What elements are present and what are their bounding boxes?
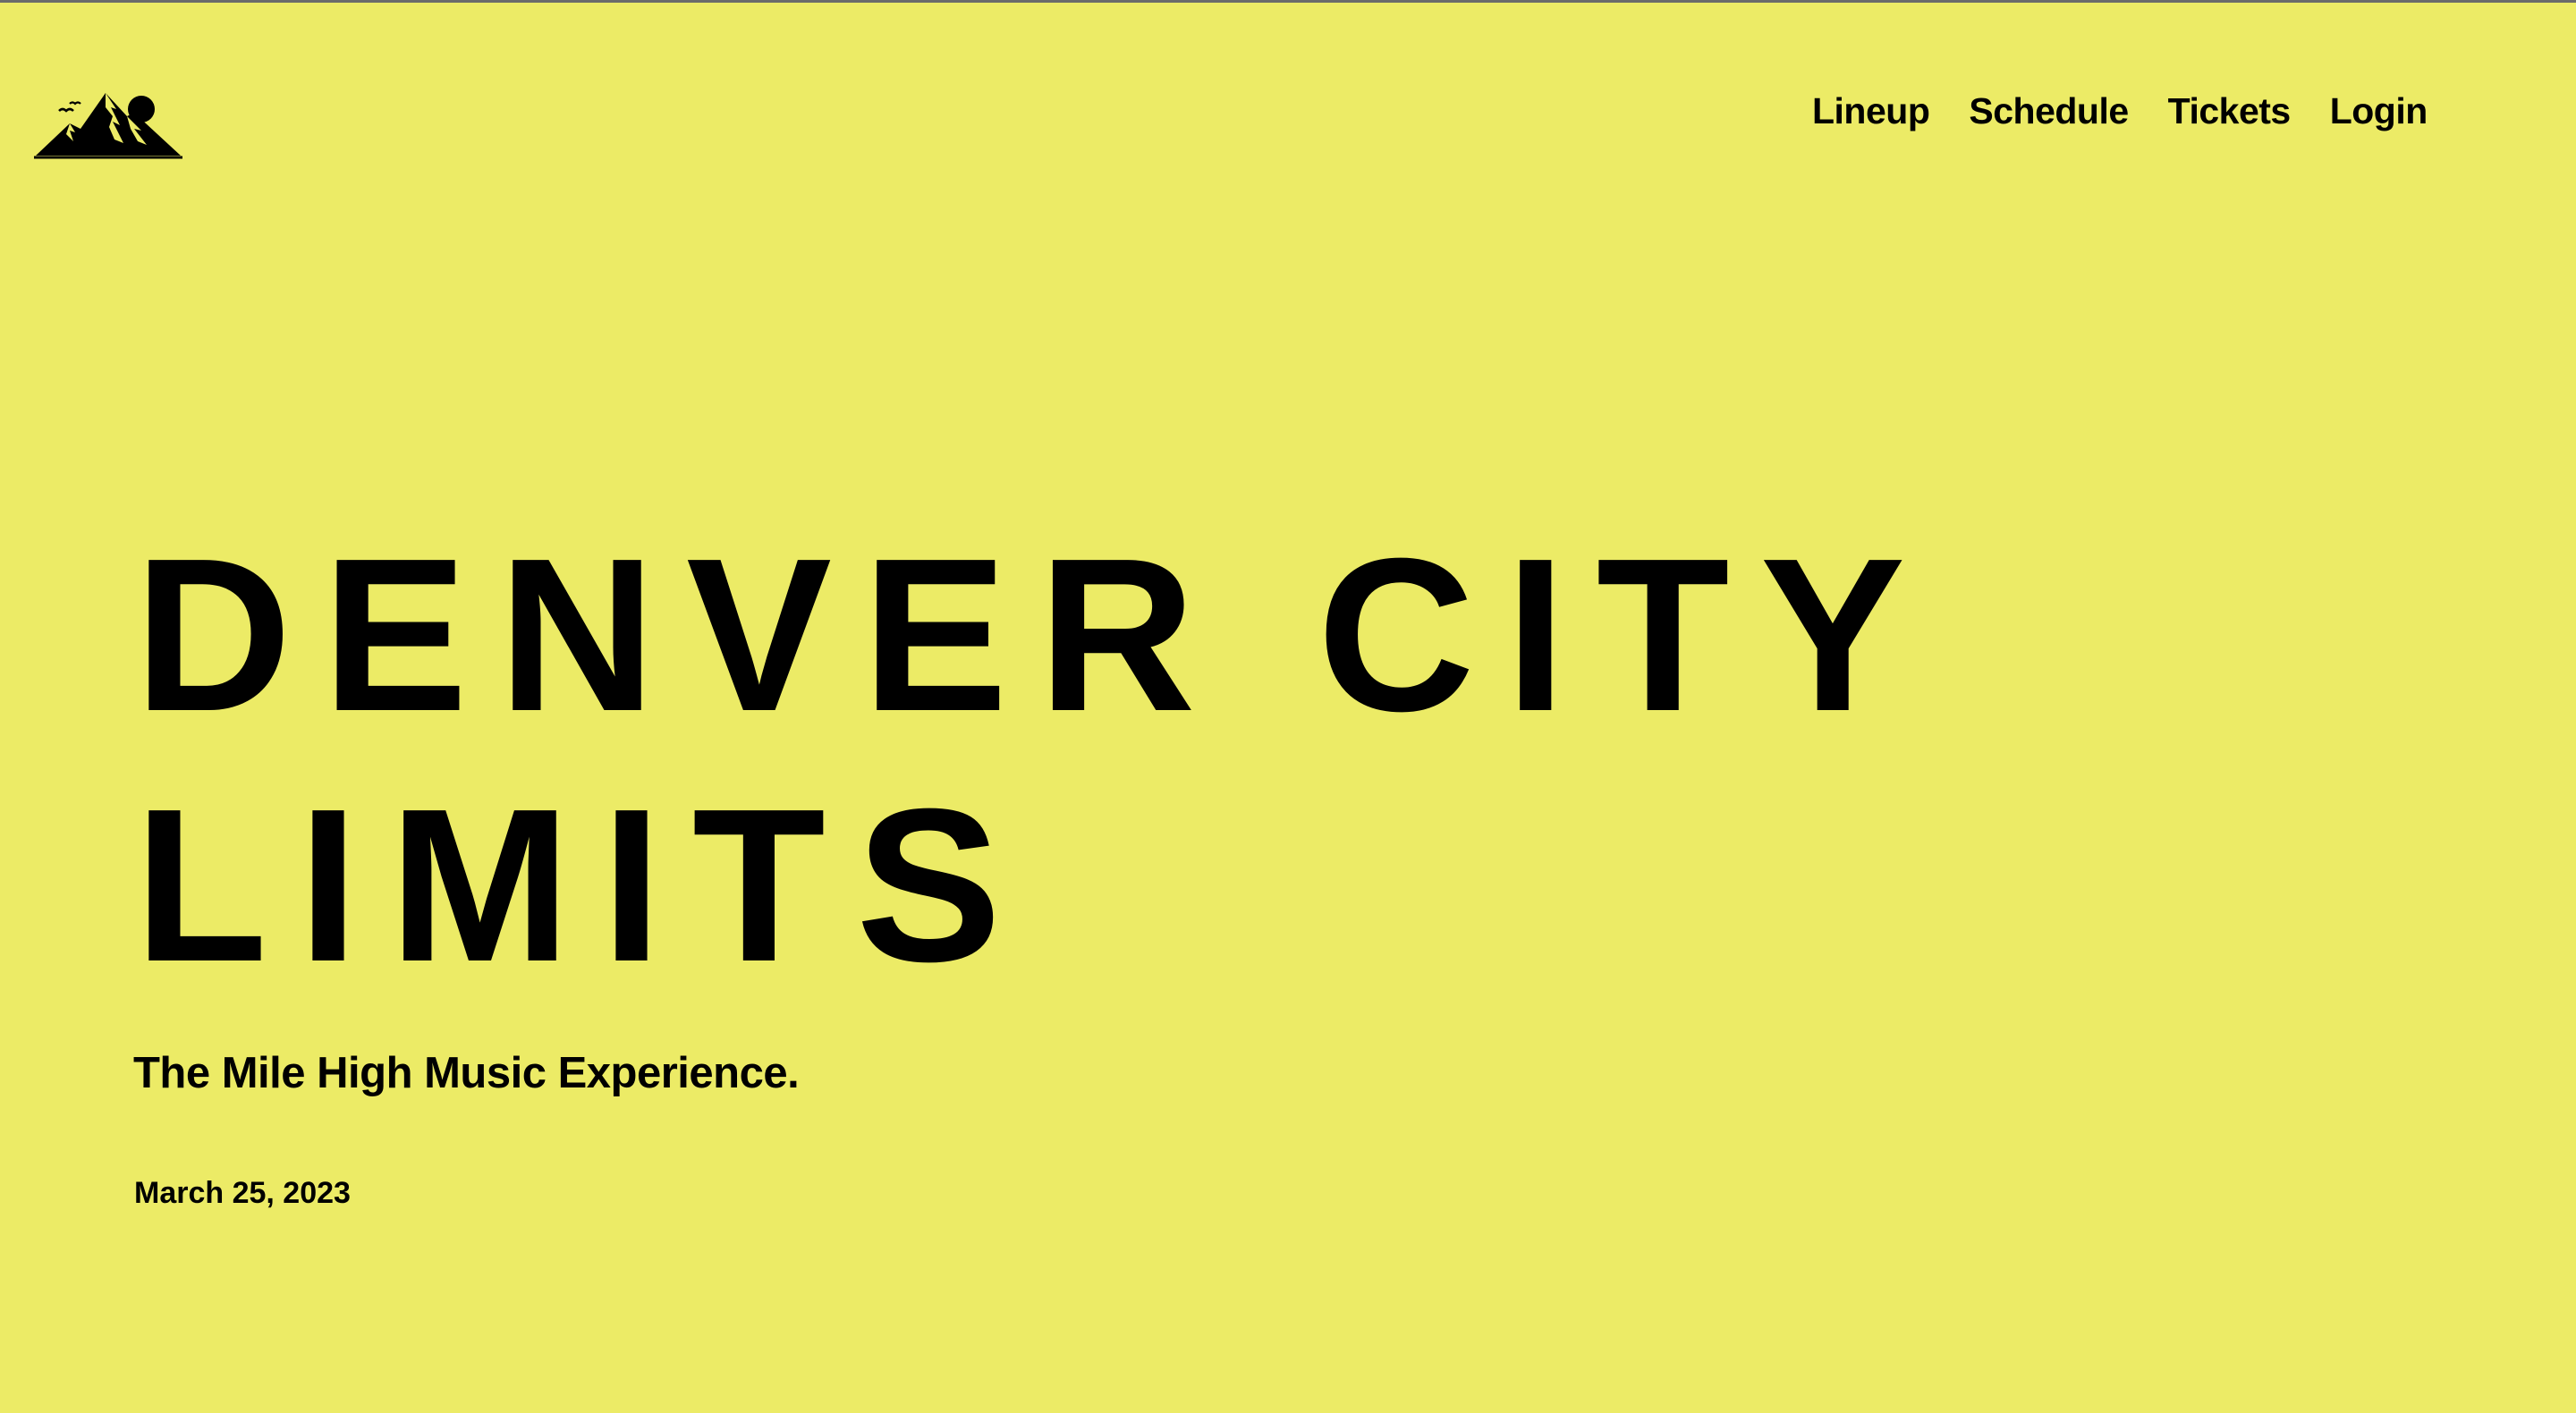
nav-link-login[interactable]: Login — [2330, 86, 2428, 136]
site-logo[interactable] — [34, 89, 182, 159]
nav-link-tickets[interactable]: Tickets — [2168, 86, 2292, 136]
nav-link-lineup[interactable]: Lineup — [1812, 86, 1930, 136]
main-nav: Lineup Schedule Tickets Login — [1812, 86, 2428, 136]
mountain-sun-logo-icon — [34, 93, 182, 159]
hero-title: DENVER CITY LIMITS — [134, 510, 1936, 1011]
hero-title-line-1: DENVER CITY — [134, 512, 1936, 757]
nav-link-schedule[interactable]: Schedule — [1969, 86, 2129, 136]
hero-tagline: The Mile High Music Experience. — [133, 1049, 800, 1097]
event-date: March 25, 2023 — [134, 1176, 351, 1210]
hero-title-line-2: LIMITS — [134, 763, 1032, 1007]
top-border-line — [0, 0, 2576, 3]
